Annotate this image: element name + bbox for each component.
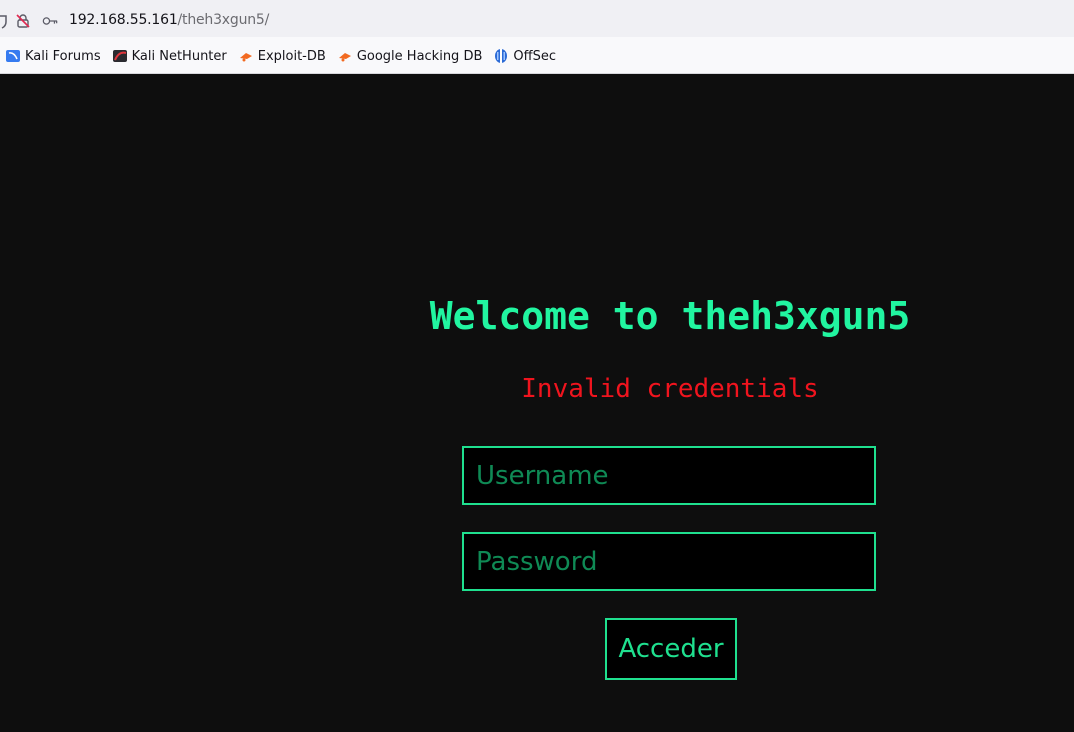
username-input[interactable] (462, 446, 876, 505)
browser-chrome: 192.168.55.161/theh3xgun5/ Kali Forums K… (0, 0, 1074, 74)
password-input[interactable] (462, 532, 876, 591)
bookmark-offsec[interactable]: OffSec (493, 44, 556, 68)
bookmark-label: Kali NetHunter (131, 48, 227, 64)
kali-nethunter-icon (112, 48, 128, 64)
error-message: Invalid credentials (521, 374, 819, 404)
insecure-lock-icon[interactable] (15, 13, 31, 29)
bookmark-label: Exploit-DB (257, 48, 326, 64)
url-path: /theh3xgun5/ (177, 12, 270, 28)
shield-icon[interactable] (0, 13, 10, 29)
bookmark-kali-nethunter[interactable]: Kali NetHunter (112, 44, 227, 68)
bookmark-label: Kali Forums (25, 48, 101, 64)
bookmark-label: OffSec (513, 48, 556, 64)
url-host: 192.168.55.161 (69, 12, 178, 28)
bookmark-kali-forums[interactable]: Kali Forums (5, 44, 101, 68)
bookmark-google-hacking-db[interactable]: Google Hacking DB (337, 44, 483, 68)
bookmark-exploit-db[interactable]: Exploit-DB (238, 44, 326, 68)
exploit-db-icon (337, 48, 353, 64)
key-icon[interactable] (42, 13, 58, 29)
page-title: Welcome to theh3xgun5 (429, 294, 911, 338)
url-text[interactable]: 192.168.55.161/theh3xgun5/ (69, 12, 269, 28)
page-content: Welcome to theh3xgun5 Invalid credential… (0, 74, 1074, 732)
kali-forums-icon (5, 48, 21, 64)
exploit-db-icon (238, 48, 254, 64)
offsec-icon (493, 48, 509, 64)
address-bar[interactable]: 192.168.55.161/theh3xgun5/ (0, 5, 1074, 37)
bookmarks-toolbar: Kali Forums Kali NetHunter Exploit-DB Go… (0, 42, 562, 70)
submit-button[interactable]: Acceder (605, 618, 737, 680)
bookmark-label: Google Hacking DB (356, 48, 483, 64)
